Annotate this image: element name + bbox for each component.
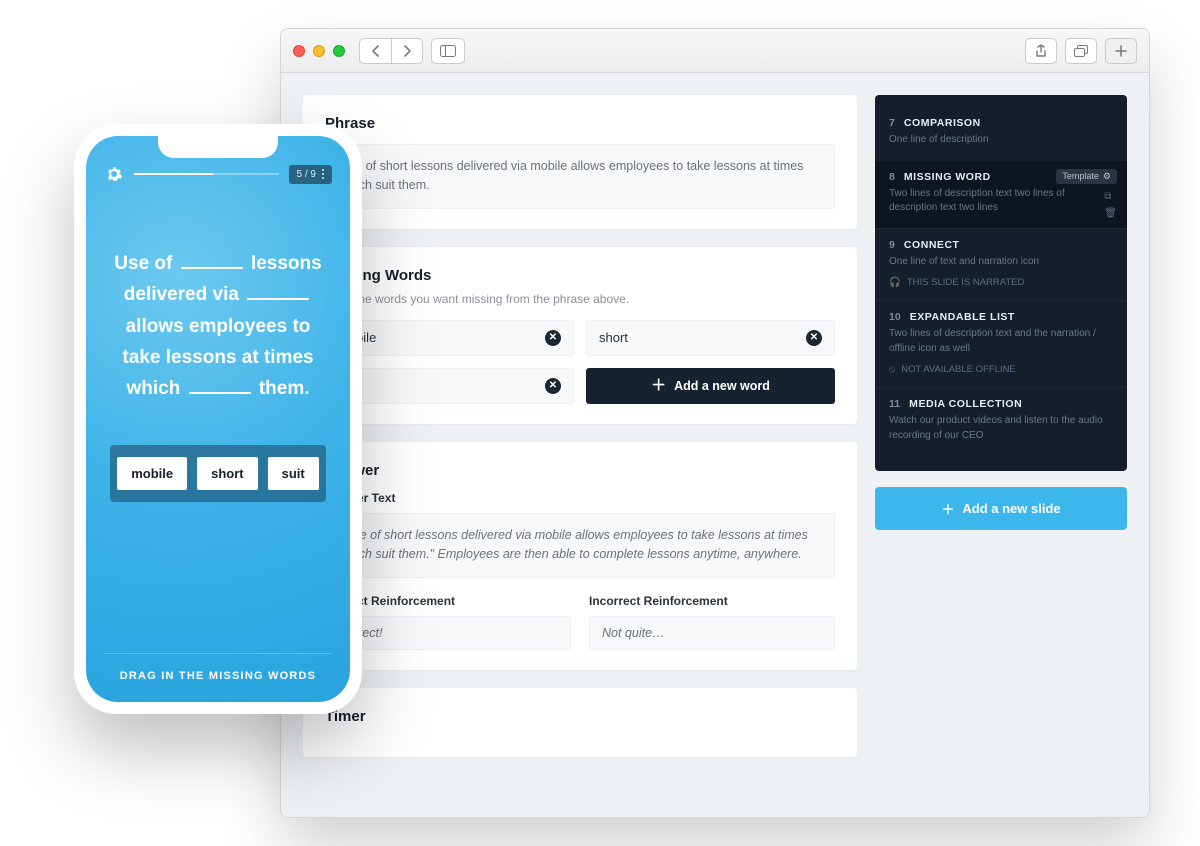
phrase-title: Phrase [325,115,835,132]
incorrect-reinforcement-label: Incorrect Reinforcement [589,594,835,608]
missing-words-title: Missing Words [325,267,835,284]
word-chip[interactable]: mobile ✕ [325,320,574,356]
new-tab-button[interactable] [1105,38,1137,64]
draggable-chip[interactable]: short [197,457,258,490]
phone-screen: 5 / 9 Use of lessons delivered via allow… [86,136,350,702]
slide-title: EXPANDABLE LIST [910,311,1015,323]
missing-words-card: Missing Words Input the words you want m… [303,247,857,424]
slide-number: 10 [889,311,901,323]
plus-icon: ＋ [941,499,954,518]
phone-footer: DRAG IN THE MISSING WORDS [104,653,332,702]
back-button[interactable] [359,38,391,64]
prompt-text: Use of lessons delivered via allows empl… [104,248,332,405]
slide-desc: One line of text and narration icon [889,255,1113,270]
slides-sidebar: 7 COMPARISON One line of description 8 M… [875,95,1127,817]
slide-meta: ⦸ NOT AVAILABLE OFFLINE [889,364,1113,375]
browser-window: Phrase Use of short lessons delivered vi… [280,28,1150,818]
slides-panel: 7 COMPARISON One line of description 8 M… [875,95,1127,471]
slide-title: MISSING WORD [904,171,991,183]
phone-notch [158,136,278,158]
add-slide-label: Add a new slide [962,501,1060,516]
slide-number: 7 [889,117,895,129]
template-badge-label: Template [1062,171,1099,181]
chip-tray: mobile short suit [110,445,326,502]
timer-card: Timer [303,688,857,757]
remove-word-icon[interactable]: ✕ [545,330,561,346]
prompt-segment: Use of [114,253,177,274]
answer-card: Answer Answer Text "Use of short lessons… [303,442,857,670]
slide-action-icons: ⧉ 🗑 [1104,191,1117,219]
phone-preview: 5 / 9 Use of lessons delivered via allow… [74,124,362,714]
word-chip[interactable]: short ✕ [586,320,835,356]
word-chip-label: short [599,330,628,345]
slide-counter-pill[interactable]: 5 / 9 [289,165,332,184]
slide-meta-text: THIS SLIDE IS NARRATED [907,277,1025,288]
editor-body: Phrase Use of short lessons delivered vi… [281,73,1149,817]
blank-slot[interactable] [189,384,251,394]
share-button[interactable] [1025,38,1057,64]
remove-word-icon[interactable]: ✕ [545,378,561,394]
slide-item-media-collection[interactable]: 11 MEDIA COLLECTION Watch our product vi… [875,387,1127,455]
answer-text-field[interactable]: "Use of short lessons delivered via mobi… [325,513,835,578]
slide-meta: 🎧 THIS SLIDE IS NARRATED [889,277,1113,288]
phrase-card: Phrase Use of short lessons delivered vi… [303,95,857,229]
editor-main-column: Phrase Use of short lessons delivered vi… [303,95,857,817]
slide-desc: One line of description [889,133,1113,148]
incorrect-reinforcement-field[interactable]: Not quite… [589,616,835,650]
answer-text-label: Answer Text [325,491,835,505]
slide-number: 8 [889,171,895,183]
slide-number: 11 [889,398,900,410]
blank-slot[interactable] [181,259,243,269]
minimize-window-icon[interactable] [313,45,325,57]
slide-title: COMPARISON [904,117,981,129]
slide-meta-text: NOT AVAILABLE OFFLINE [901,364,1016,375]
tabs-button[interactable] [1065,38,1097,64]
slide-desc: Two lines of description text two lines … [889,187,1113,216]
kebab-icon[interactable] [322,169,324,179]
offline-icon: ⦸ [889,364,895,375]
duplicate-icon[interactable]: ⧉ [1104,191,1117,202]
slide-title: MEDIA COLLECTION [909,398,1022,410]
settings-icon[interactable] [104,164,124,184]
add-word-label: Add a new word [674,379,770,393]
incorrect-reinforcement-group: Incorrect Reinforcement Not quite… [589,594,835,650]
slide-item-missing-word[interactable]: 8 MISSING WORD Template ⚙ ⧉ 🗑 Two lines … [875,160,1127,228]
phone-top-bar: 5 / 9 [104,164,332,184]
nav-group [359,38,423,64]
trash-icon[interactable]: 🗑 [1104,208,1117,219]
slide-item-expandable-list[interactable]: 10 EXPANDABLE LIST Two lines of descript… [875,300,1127,387]
headphones-icon: 🎧 [889,277,901,288]
missing-words-grid: mobile ✕ short ✕ suit ✕ ＋ Add a new word [325,320,835,404]
missing-words-hint: Input the words you want missing from th… [325,292,835,306]
remove-word-icon[interactable]: ✕ [806,330,822,346]
draggable-chip[interactable]: mobile [117,457,187,490]
slide-item-connect[interactable]: 9 CONNECT One line of text and narration… [875,228,1127,301]
prompt-segment: them. [259,378,310,399]
slide-desc: Watch our product videos and listen to t… [889,414,1113,443]
add-word-button[interactable]: ＋ Add a new word [586,368,835,404]
forward-button[interactable] [391,38,423,64]
slide-counter-text: 5 / 9 [297,169,316,180]
blank-slot[interactable] [247,290,309,300]
add-slide-button[interactable]: ＋ Add a new slide [875,487,1127,530]
timer-title: Timer [325,708,835,725]
answer-title: Answer [325,462,835,479]
browser-titlebar [281,29,1149,73]
close-window-icon[interactable] [293,45,305,57]
traffic-lights [293,45,345,57]
phrase-textarea[interactable]: Use of short lessons delivered via mobil… [325,144,835,209]
word-chip[interactable]: suit ✕ [325,368,574,404]
sidebar-toggle-button[interactable] [431,38,465,64]
gear-icon: ⚙ [1103,171,1111,182]
slide-item-comparison[interactable]: 7 COMPARISON One line of description [875,107,1127,160]
slide-desc: Two lines of description text and the na… [889,327,1113,356]
slide-title: CONNECT [904,239,960,251]
progress-bar [134,173,279,175]
draggable-chip[interactable]: suit [268,457,319,490]
template-badge[interactable]: Template ⚙ [1056,169,1117,184]
slide-number: 9 [889,239,895,251]
maximize-window-icon[interactable] [333,45,345,57]
